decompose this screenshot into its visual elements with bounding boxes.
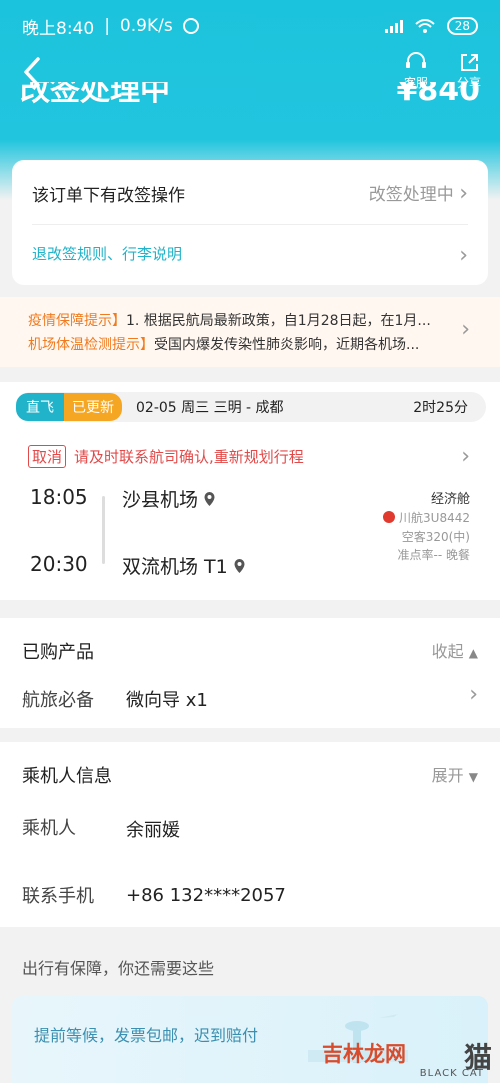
chevron-right-icon: › [459, 243, 468, 268]
watermark-en: BLACK CAT [419, 1068, 484, 1079]
rules-link[interactable]: 退改签规则、行李说明 [32, 243, 182, 268]
battery-icon: 28 [446, 17, 478, 35]
phone-label: 联系手机 [22, 886, 94, 907]
airline-logo-icon [383, 511, 396, 523]
location-pin-icon[interactable] [234, 558, 245, 573]
notice-text-2: 受国内爆发传染性肺炎影响，近期各机场... [154, 337, 420, 353]
triangle-down-icon: ▼ [468, 770, 478, 784]
passenger-info-card: 乘机人信息 展开 ▼ 乘机人 余丽媛 联系手机 +86 132****2057 [0, 742, 500, 927]
notice-tag-1: 疫情保障提示】 [28, 313, 126, 329]
flight-duration: 2时25分 [413, 400, 468, 416]
passenger-name: 余丽媛 [126, 820, 180, 841]
arrive-time: 20:30 [30, 552, 88, 576]
flight-date-route: 02-05 周三 三明 - 成都 [136, 400, 284, 416]
promo-heading: 出行有保障，你还需要这些 [22, 959, 215, 978]
chevron-right-icon[interactable]: › [469, 682, 478, 707]
ontime-meal: 准点率-- 晚餐 [397, 548, 470, 562]
triangle-up-icon: ▲ [468, 646, 478, 660]
notice-tag-2: 机场体温检测提示】 [28, 337, 154, 353]
epidemic-notice[interactable]: 疫情保障提示】1. 根据民航局最新政策，自1月28日起，在1月... 机场体温检… [0, 297, 500, 367]
flight-header: 直飞 已更新 02-05 周三 三明 - 成都 2时25分 [16, 392, 486, 422]
change-status-row[interactable]: 该订单下有改签操作 改签处理中 › [32, 180, 468, 206]
products-collapse-toggle[interactable]: 收起 ▲ [432, 638, 478, 662]
watermark-cn: 吉林龙网 [322, 1042, 406, 1066]
headset-icon [406, 52, 426, 68]
cancel-notice-row[interactable]: 取消 请及时联系航司确认,重新规划行程 › [28, 444, 470, 469]
cabin-class: 经济舱 [430, 492, 470, 507]
depart-airport-row: 沙县机场 [122, 485, 215, 512]
promo-card-text: 提前等候，发票包邮，迟到赔付 [34, 1026, 259, 1045]
flight-card: 直飞 已更新 02-05 周三 三明 - 成都 2时25分 取消 请及时联系航司… [0, 382, 500, 600]
product-item-label: 航旅必备 [22, 690, 94, 711]
change-status: 改签处理中 [368, 185, 454, 205]
page-title: 改签处理中 [20, 82, 170, 108]
depart-time: 18:05 [30, 485, 88, 509]
rules-link-row[interactable]: 退改签规则、行李说明 › [32, 224, 468, 268]
order-price: ¥840 [396, 82, 481, 108]
alarm-icon [182, 18, 199, 34]
location-pin-icon[interactable] [204, 491, 215, 506]
passenger-name-label: 乘机人 [22, 818, 76, 839]
passenger-expand-toggle[interactable]: 展开 ▼ [432, 762, 478, 786]
status-time: 晚上8:40 [22, 18, 95, 39]
arrive-airport: 双流机场 T1 [122, 556, 228, 578]
network-speed: 0.9K/s [119, 16, 173, 36]
product-item-value[interactable]: 微向导 x1 [126, 686, 208, 712]
signal-icon [384, 19, 403, 33]
updated-badge: 已更新 [64, 393, 122, 421]
chevron-right-icon: › [461, 317, 470, 342]
share-icon [461, 54, 478, 71]
purchased-products-card: 已购产品 收起 ▲ 航旅必备 微向导 x1 › [0, 618, 500, 728]
airline-flight: 川航3U8442 [399, 511, 470, 525]
products-title: 已购产品 [22, 642, 94, 663]
change-notice: 该订单下有改签操作 [32, 185, 185, 206]
passenger-title: 乘机人信息 [22, 766, 112, 787]
depart-airport: 沙县机场 [122, 489, 199, 511]
aircraft-type: 空客320(中) [401, 530, 470, 544]
wifi-icon [415, 19, 435, 33]
direct-badge: 直飞 [16, 393, 64, 421]
cancel-badge: 取消 [28, 445, 67, 468]
chevron-right-icon: › [459, 181, 468, 206]
chevron-right-icon: › [461, 444, 470, 469]
cancel-text: 请及时联系航司确认,重新规划行程 [74, 448, 304, 466]
phone-value: +86 132****2057 [126, 885, 286, 906]
arrive-airport-row: 双流机场 T1 [122, 552, 245, 579]
status-bar: 晚上8:40 | 0.9K/s 28 [0, 0, 500, 52]
notice-text-1: 1. 根据民航局最新政策，自1月28日起，在1月... [126, 313, 431, 329]
airline-row: 川航3U8442 [383, 509, 470, 526]
watermark-logo: 吉林龙网 猫 BLACK CAT [322, 1008, 492, 1083]
change-order-card: 该订单下有改签操作 改签处理中 › 退改签规则、行李说明 › [12, 160, 488, 285]
route-line [102, 496, 105, 564]
